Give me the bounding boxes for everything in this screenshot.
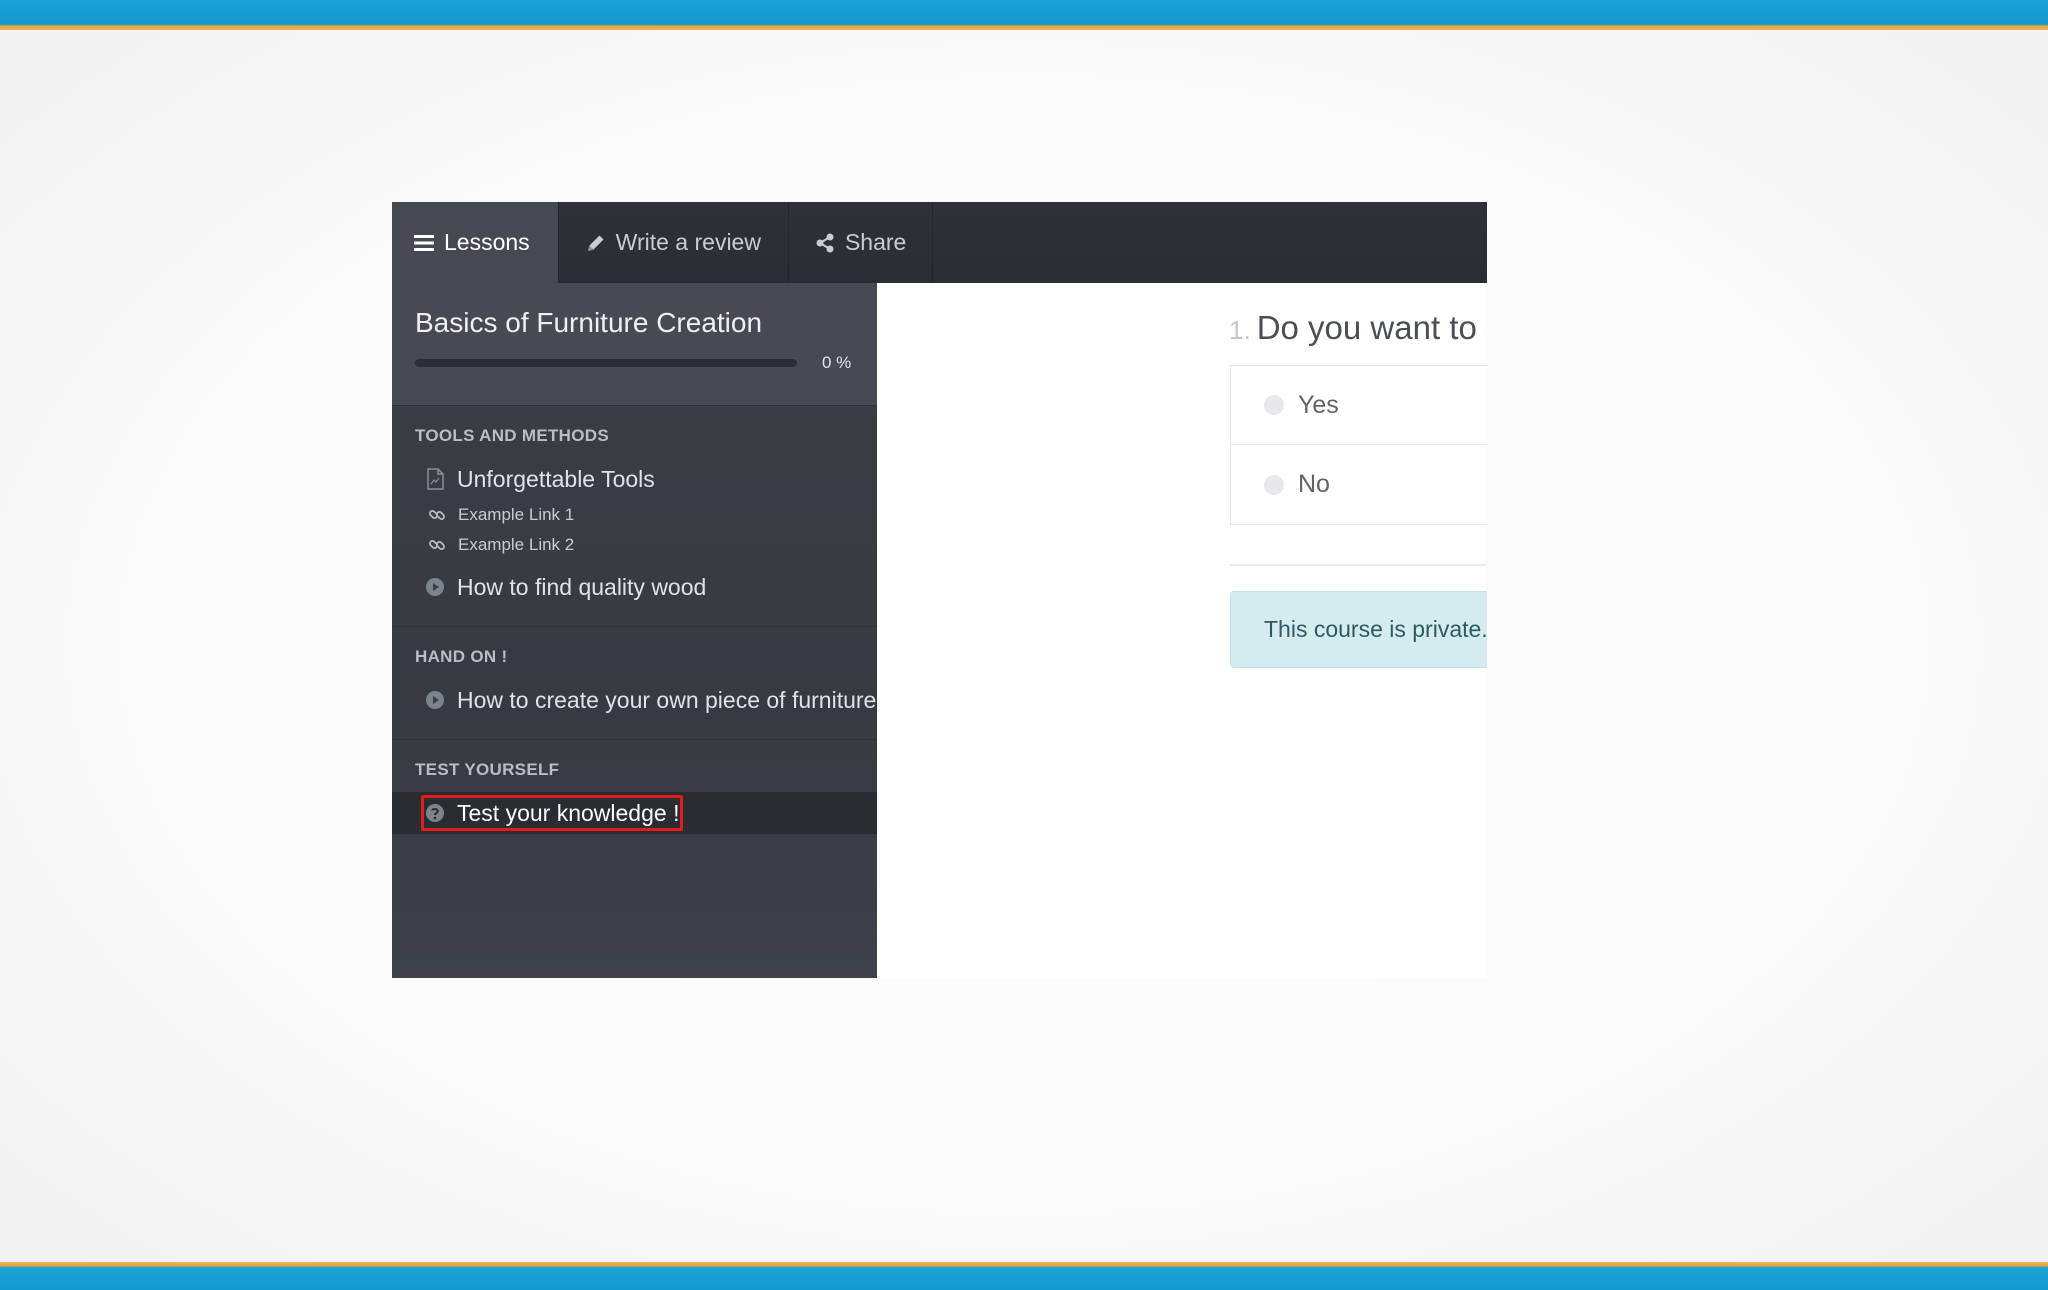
- lessons-sidebar: Basics of Furniture Creation 0 % TOOLS A…: [392, 283, 877, 978]
- lesson-example-link-2[interactable]: Example Link 2: [392, 530, 877, 560]
- course-progress-bar: [415, 359, 797, 367]
- lesson-create-furniture[interactable]: How to create your own piece of furnitur…: [392, 679, 877, 721]
- link-label: Example Link 2: [458, 535, 575, 554]
- radio-button[interactable]: [1264, 474, 1284, 495]
- section-title: HAND ON !: [415, 647, 508, 666]
- section-hand-on: HAND ON ! How to create your own piece o…: [392, 626, 877, 739]
- divider: [1230, 564, 1487, 566]
- answer-label: Yes: [1298, 390, 1339, 419]
- tab-share-label: Share: [844, 229, 907, 255]
- tab-lessons-label: Lessons: [444, 229, 530, 255]
- question-heading: 1. Do you want to: [1229, 309, 1477, 347]
- course-player: Lessons Write a review Share Basics of F…: [392, 202, 1487, 978]
- section-title: TEST YOURSELF: [415, 760, 560, 779]
- tab-write-review[interactable]: Write a review: [559, 202, 789, 283]
- document-icon: [427, 468, 444, 490]
- selection-highlight: [421, 795, 683, 831]
- alert-text: This course is private.: [1264, 616, 1487, 642]
- answer-option-no[interactable]: No: [1231, 445, 1487, 524]
- answer-option-yes[interactable]: Yes: [1231, 366, 1487, 445]
- share-icon: [816, 233, 834, 252]
- private-course-alert: This course is private.: [1230, 591, 1487, 668]
- course-progress-text: 0 %: [822, 353, 852, 372]
- pencil-icon: [587, 235, 604, 251]
- play-icon: [426, 691, 444, 709]
- lesson-quality-wood[interactable]: How to find quality wood: [392, 566, 877, 608]
- course-header: Basics of Furniture Creation 0 %: [392, 283, 877, 405]
- link-label: Example Link 1: [458, 505, 575, 524]
- quiz-panel: 1. Do you want to Yes No This course is p…: [877, 283, 1487, 978]
- answer-label: No: [1298, 470, 1330, 498]
- tab-write-review-label: Write a review: [615, 229, 761, 255]
- play-icon: [426, 578, 444, 596]
- tab-share[interactable]: Share: [789, 202, 934, 283]
- bottom-decorative-band: [0, 1262, 2048, 1290]
- radio-button[interactable]: [1264, 395, 1284, 415]
- course-title: Basics of Furniture Creation: [415, 307, 763, 338]
- lesson-test-knowledge[interactable]: Test your knowledge !: [392, 792, 877, 834]
- question-number: 1.: [1229, 315, 1251, 345]
- link-icon: [429, 510, 445, 520]
- tab-lessons[interactable]: Lessons: [392, 202, 559, 283]
- toolbar: Lessons Write a review Share: [392, 202, 1487, 283]
- section-title: TOOLS AND METHODS: [415, 426, 609, 445]
- answer-list: Yes No: [1230, 365, 1487, 525]
- question-text: Do you want to: [1256, 309, 1477, 346]
- section-tools-and-methods: TOOLS AND METHODS Unforgettable Tools Ex…: [392, 405, 877, 626]
- lesson-unforgettable-tools[interactable]: Unforgettable Tools: [392, 458, 877, 500]
- section-test-yourself: TEST YOURSELF Test your knowledge !: [392, 739, 877, 834]
- lesson-label: How to create your own piece of furnitur…: [457, 686, 877, 713]
- lesson-example-link-1[interactable]: Example Link 1: [392, 500, 877, 530]
- lesson-label: How to find quality wood: [457, 573, 707, 600]
- top-decorative-band: [0, 0, 2048, 30]
- menu-icon: [414, 234, 434, 251]
- lesson-label: Unforgettable Tools: [457, 465, 655, 492]
- link-icon: [429, 540, 445, 550]
